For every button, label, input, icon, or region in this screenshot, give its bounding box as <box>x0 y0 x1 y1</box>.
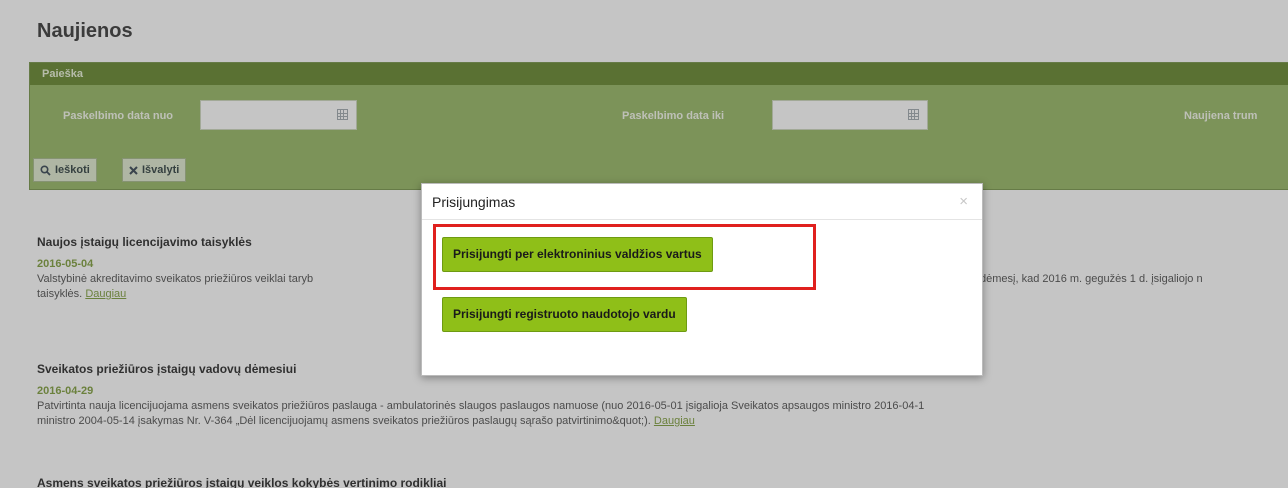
modal-title: Prisijungimas <box>432 194 516 210</box>
registered-user-login-button[interactable]: Prisijungti registruoto naudotojo vardu <box>442 297 687 332</box>
evartai-login-button[interactable]: Prisijungti per elektroninius valdžios v… <box>442 237 713 272</box>
modal-header: Prisijungimas × <box>422 184 982 220</box>
login-modal: Prisijungimas × Prisijungti per elektron… <box>421 183 983 376</box>
page: Naujienos Paieška Paskelbimo data nuo Pa… <box>0 0 1288 488</box>
close-icon[interactable]: × <box>959 193 968 210</box>
